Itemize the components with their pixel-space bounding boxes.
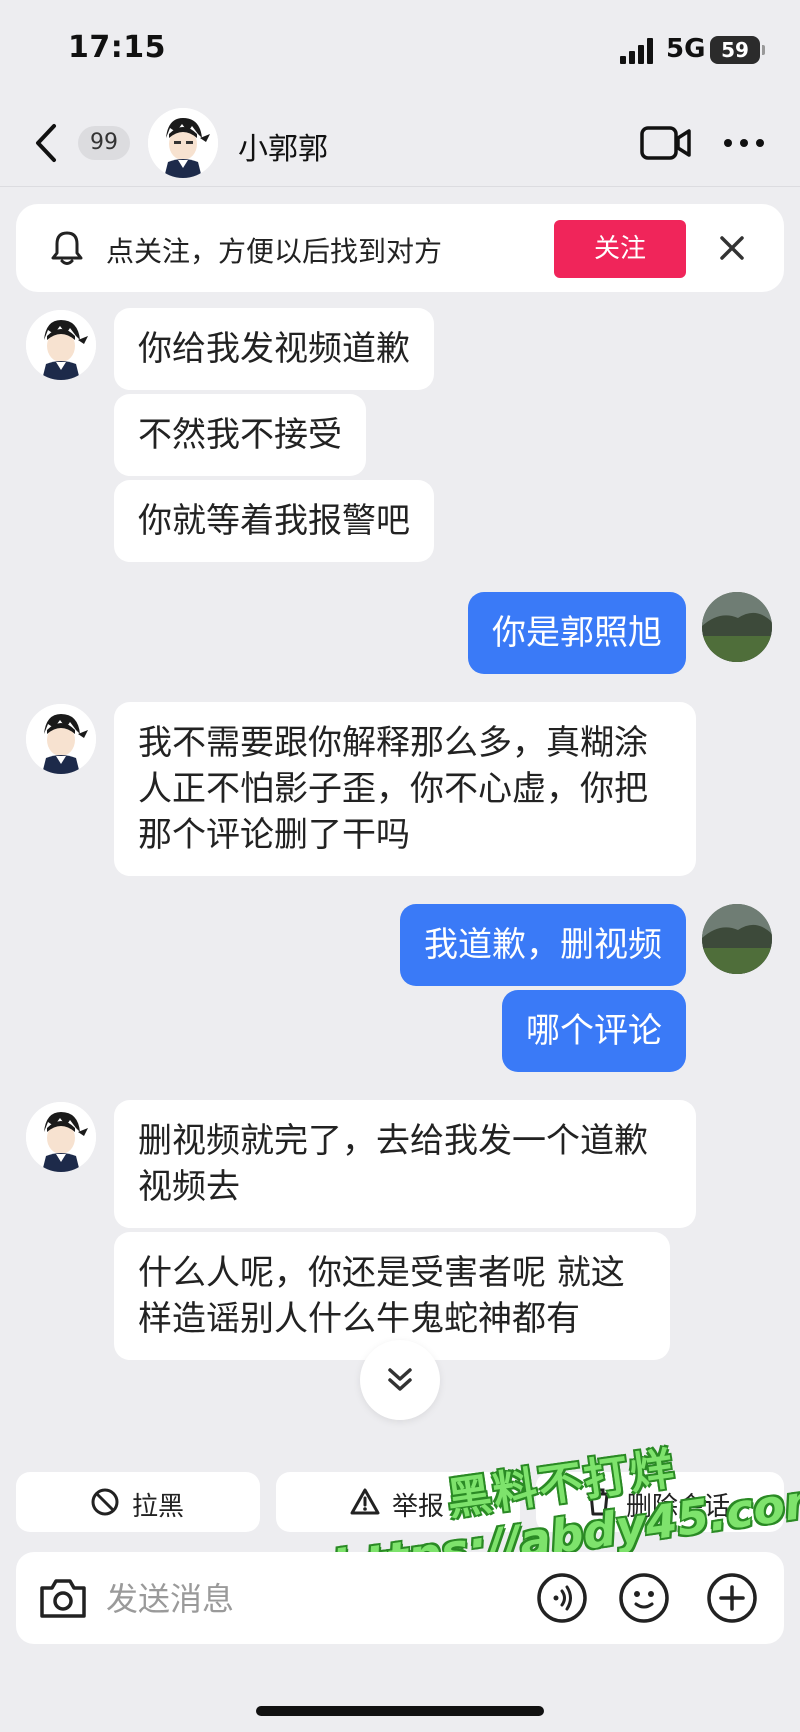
- report-label: 举报: [392, 1492, 445, 1522]
- close-icon[interactable]: [718, 234, 746, 262]
- message-bubble-outgoing[interactable]: 你是郭照旭: [468, 592, 686, 674]
- landscape-avatar-icon: [702, 592, 772, 662]
- contact-message-avatar[interactable]: [26, 310, 96, 380]
- warning-icon: [350, 1488, 380, 1515]
- message-bubble-incoming[interactable]: 我不需要跟你解释那么多，真糊涂 人正不怕影子歪，你不心虚，你把 那个评论删了干吗: [114, 702, 696, 876]
- chat-header: 99 小郭郭: [0, 100, 800, 187]
- bell-icon: [51, 231, 83, 265]
- status-bar: 17:15 5G 59: [0, 0, 800, 100]
- battery-icon: 59: [710, 36, 765, 64]
- unread-badge[interactable]: 99: [78, 126, 130, 160]
- status-time: 17:15: [68, 30, 166, 65]
- block-label: 拉黑: [132, 1492, 185, 1522]
- message-input[interactable]: [104, 1574, 508, 1624]
- video-call-icon[interactable]: [640, 124, 692, 162]
- delete-chat-label: 删除会话: [626, 1492, 731, 1522]
- my-avatar[interactable]: [702, 592, 772, 662]
- contact-name: 小郭郭: [238, 132, 328, 167]
- camera-icon[interactable]: [38, 1576, 88, 1620]
- message-bubble-incoming[interactable]: 你给我发视频道歉: [114, 308, 434, 390]
- report-button[interactable]: 举报: [276, 1472, 520, 1532]
- contact-message-avatar[interactable]: [26, 1102, 96, 1172]
- add-icon[interactable]: [706, 1572, 758, 1624]
- landscape-avatar-icon: [702, 904, 772, 974]
- follow-prompt-text: 点关注，方便以后找到对方: [106, 235, 443, 268]
- follow-button[interactable]: 关注: [554, 220, 686, 278]
- message-bubble-incoming[interactable]: 删视频就完了，去给我发一个道歉 视频去: [114, 1100, 696, 1228]
- more-icon[interactable]: [722, 136, 766, 150]
- block-button[interactable]: 拉黑: [16, 1472, 260, 1532]
- message-bubble-incoming[interactable]: 不然我不接受: [114, 394, 366, 476]
- message-bubble-outgoing[interactable]: 哪个评论: [502, 990, 686, 1072]
- message-bubble-outgoing[interactable]: 我道歉，删视频: [400, 904, 686, 986]
- message-bubble-incoming[interactable]: 你就等着我报警吧: [114, 480, 434, 562]
- trash-icon: [586, 1488, 612, 1516]
- contact-avatar[interactable]: [148, 108, 218, 178]
- my-avatar[interactable]: [702, 904, 772, 974]
- scroll-to-bottom-button[interactable]: [360, 1340, 440, 1420]
- anime-avatar-icon: [148, 108, 218, 178]
- home-indicator: [256, 1706, 544, 1716]
- emoji-icon[interactable]: [618, 1572, 670, 1624]
- signal-icon: [620, 38, 653, 64]
- delete-chat-button[interactable]: 删除会话: [536, 1472, 784, 1532]
- double-chevron-down-icon: [388, 1368, 412, 1391]
- network-label: 5G: [666, 34, 706, 64]
- anime-avatar-icon: [26, 310, 96, 380]
- anime-avatar-icon: [26, 1102, 96, 1172]
- back-icon[interactable]: [32, 122, 62, 164]
- message-composer: [16, 1552, 784, 1644]
- voice-icon[interactable]: [536, 1572, 588, 1624]
- contact-message-avatar[interactable]: [26, 704, 96, 774]
- block-icon: [91, 1488, 119, 1516]
- follow-banner: 点关注，方便以后找到对方 关注: [16, 204, 784, 292]
- anime-avatar-icon: [26, 704, 96, 774]
